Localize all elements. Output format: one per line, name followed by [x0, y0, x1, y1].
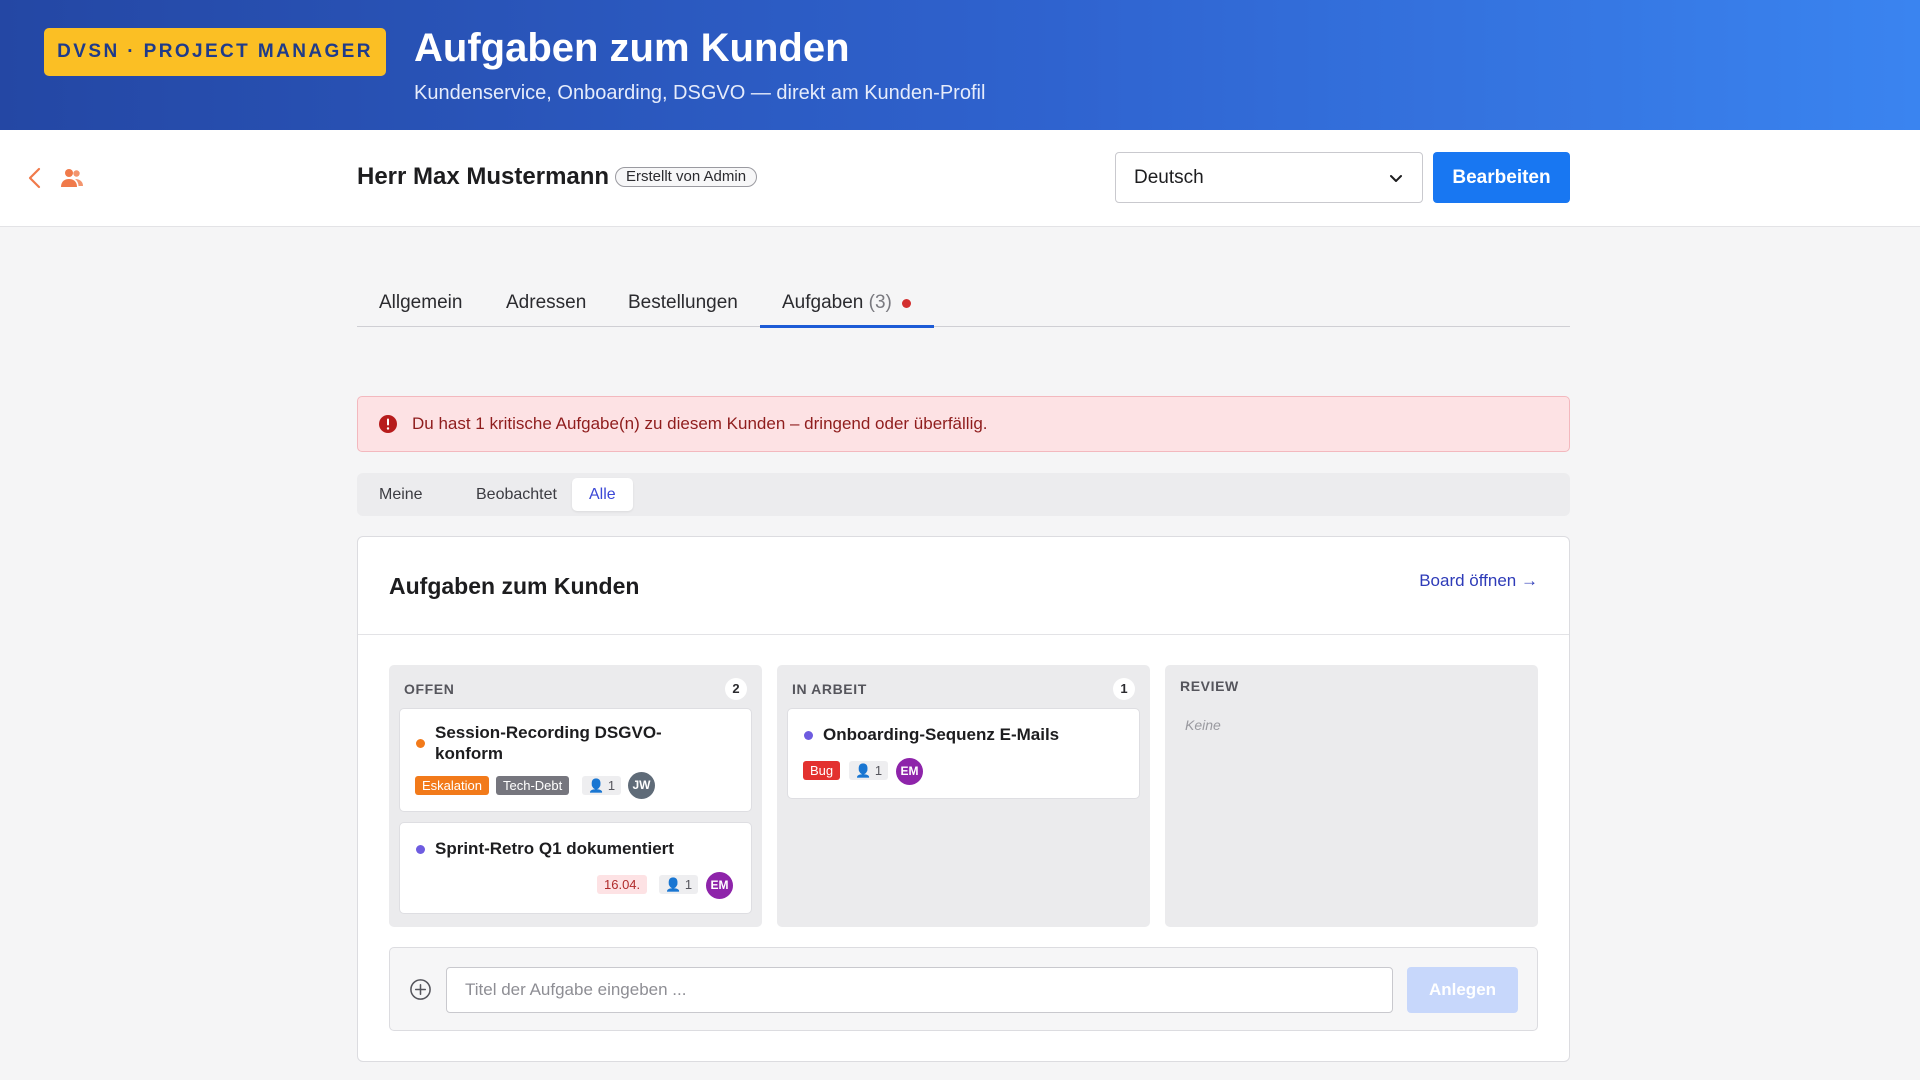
create-task-button[interactable]: Anlegen	[1407, 967, 1518, 1013]
tab-aufgaben-count: (3)	[868, 292, 892, 313]
tag-bug: Bug	[803, 761, 841, 780]
priority-dot	[416, 845, 425, 854]
active-tab-indicator	[760, 325, 934, 328]
created-by-badge: Erstellt von Admin	[615, 167, 758, 187]
error-icon	[379, 415, 397, 433]
watchers-count: 👤 1	[659, 875, 699, 894]
alert-text: Du hast 1 kritische Aufgabe(n) zu diesem…	[412, 414, 988, 433]
panel-title: Aufgaben zum Kunden	[389, 573, 640, 599]
task-title-input[interactable]	[446, 967, 1393, 1013]
column-title: IN ARBEIT	[792, 681, 867, 697]
users-icon[interactable]	[60, 166, 84, 190]
banner-subtitle: Kundenservice, Onboarding, DSGVO — direk…	[414, 82, 986, 104]
edit-button[interactable]: Bearbeiten	[1433, 152, 1570, 203]
open-board-link[interactable]: Board öffnen →	[1419, 571, 1538, 591]
column-in-arbeit: IN ARBEIT 1 Onboarding-Sequenz E-Mails B…	[777, 665, 1150, 927]
tab-adressen[interactable]: Adressen	[506, 292, 586, 314]
column-empty-text: Keine	[1185, 717, 1221, 733]
tab-aufgaben-label: Aufgaben	[782, 292, 864, 313]
tag-tech-debt: Tech-Debt	[496, 776, 570, 795]
avatar[interactable]: EM	[706, 872, 733, 899]
tasks-panel: Aufgaben zum Kunden Board öffnen → OFFEN…	[357, 536, 1570, 1062]
task-card[interactable]: Onboarding-Sequenz E-Mails Bug 👤 1 EM	[787, 708, 1140, 799]
column-review: REVIEW Keine	[1165, 665, 1538, 927]
task-card[interactable]: Session-Recording DSGVO-konform Eskalati…	[399, 708, 752, 812]
tab-aufgaben[interactable]: Aufgaben (3)	[782, 292, 892, 314]
tab-allgemein[interactable]: Allgemein	[379, 292, 462, 314]
task-card[interactable]: Sprint-Retro Q1 dokumentiert 16.04. 👤 1 …	[399, 822, 752, 914]
task-title: Onboarding-Sequenz E-Mails	[823, 725, 1060, 744]
column-count: 2	[725, 678, 747, 700]
watchers-count: 👤 1	[849, 761, 889, 780]
avatar[interactable]: EM	[896, 758, 923, 785]
language-select[interactable]: Deutsch	[1115, 152, 1423, 203]
tab-bestellungen[interactable]: Bestellungen	[628, 292, 738, 314]
column-count: 1	[1113, 678, 1135, 700]
column-offen: OFFEN 2 Session-Recording DSGVO-konform …	[389, 665, 762, 927]
priority-dot	[804, 731, 813, 740]
add-circle-icon	[410, 979, 431, 1000]
customer-header: Herr Max Mustermann Erstellt von Admin D…	[0, 130, 1920, 227]
avatar[interactable]: JW	[628, 772, 655, 799]
banner-title: Aufgaben zum Kunden	[414, 26, 850, 70]
column-title: OFFEN	[404, 681, 455, 697]
task-title: Sprint-Retro Q1 dokumentiert	[435, 839, 674, 858]
tag-eskalation: Eskalation	[415, 776, 489, 795]
task-filter: Meine Beobachtet Alle	[357, 473, 1570, 516]
priority-dot	[416, 739, 425, 748]
language-value: Deutsch	[1134, 166, 1204, 188]
app-banner: DVSN · PROJECT MANAGER Aufgaben zum Kund…	[0, 0, 1920, 130]
tab-bar: Allgemein Adressen Bestellungen Aufgaben…	[357, 280, 1570, 328]
filter-alle[interactable]: Alle	[572, 478, 633, 511]
critical-alert: Du hast 1 kritische Aufgabe(n) zu diesem…	[357, 396, 1570, 452]
notification-dot	[902, 299, 911, 308]
brand-badge: DVSN · PROJECT MANAGER	[44, 28, 386, 76]
filter-beobachtet[interactable]: Beobachtet	[459, 478, 574, 511]
divider	[358, 634, 1569, 635]
customer-name: Herr Max Mustermann	[357, 163, 610, 190]
due-date-badge: 16.04.	[597, 875, 648, 894]
new-task-row: Anlegen	[389, 947, 1538, 1031]
chevron-down-icon	[1390, 174, 1402, 182]
filter-meine[interactable]: Meine	[362, 478, 440, 511]
task-title: Session-Recording DSGVO-konform	[435, 723, 662, 763]
column-title: REVIEW	[1180, 678, 1239, 694]
watchers-count: 👤 1	[582, 776, 622, 795]
back-chevron-icon[interactable]	[24, 166, 46, 190]
